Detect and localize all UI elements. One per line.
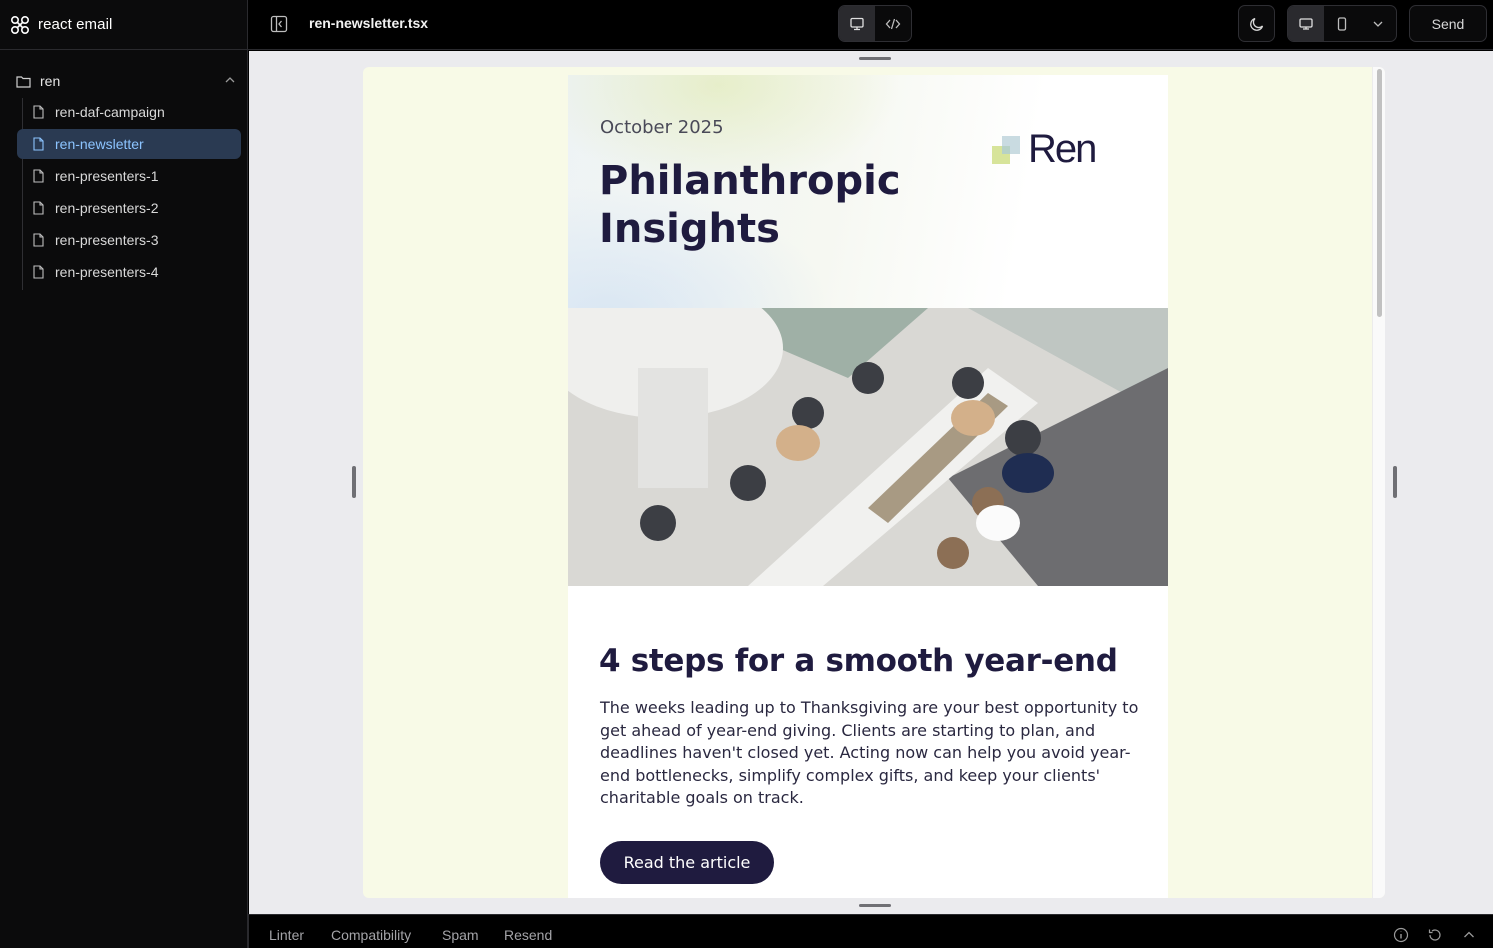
sidebar-item-ren-presenters-4[interactable]: ren-presenters-4 bbox=[17, 257, 241, 287]
device-mobile-button[interactable] bbox=[1324, 6, 1360, 41]
file-icon bbox=[33, 233, 44, 247]
chevron-up-icon bbox=[225, 77, 235, 83]
sidebar-item-ren-presenters-2[interactable]: ren-presenters-2 bbox=[17, 193, 241, 223]
info-icon[interactable] bbox=[1393, 927, 1409, 943]
meeting-photo-illustration bbox=[568, 308, 1168, 586]
logo-wordmark: Ren bbox=[1028, 127, 1097, 171]
bottom-toolbar: Linter Compatibility Spam Resend bbox=[248, 914, 1493, 948]
device-menu-button[interactable] bbox=[1360, 6, 1396, 41]
sidebar-item-label: ren-presenters-4 bbox=[55, 264, 159, 280]
folder-icon bbox=[16, 75, 31, 88]
resize-handle-right[interactable] bbox=[1393, 466, 1397, 498]
topbar: ren-newsletter.tsx Send bbox=[248, 0, 1493, 50]
tab-compatibility[interactable]: Compatibility bbox=[331, 927, 411, 943]
sidebar: react email ren ren-daf-campaign ren-new… bbox=[0, 0, 248, 948]
sidebar-item-ren-newsletter[interactable]: ren-newsletter bbox=[17, 129, 241, 159]
device-desktop-button[interactable] bbox=[1288, 6, 1324, 41]
code-icon bbox=[885, 18, 901, 29]
meeting-photo bbox=[568, 308, 1168, 586]
scrollbar-thumb[interactable] bbox=[1377, 69, 1382, 317]
sidebar-item-ren-daf-campaign[interactable]: ren-daf-campaign bbox=[17, 97, 241, 127]
file-icon bbox=[33, 201, 44, 215]
resize-handle-top[interactable] bbox=[859, 57, 891, 60]
file-icon bbox=[33, 137, 44, 151]
article-heading: 4 steps for a smooth year-end bbox=[599, 643, 1118, 679]
sidebar-item-ren-presenters-1[interactable]: ren-presenters-1 bbox=[17, 161, 241, 191]
moon-icon bbox=[1249, 17, 1263, 31]
email-preview-frame: October 2025 Philanthropic Insights Ren bbox=[363, 67, 1385, 898]
preview-scrollbar[interactable] bbox=[1372, 67, 1385, 898]
react-logo-icon bbox=[10, 15, 30, 34]
view-mode-toggle bbox=[838, 5, 912, 42]
tab-resend[interactable]: Resend bbox=[504, 927, 552, 943]
mobile-icon bbox=[1337, 16, 1347, 31]
tab-linter[interactable]: Linter bbox=[269, 927, 304, 943]
article-body: The weeks leading up to Thanksgiving are… bbox=[600, 698, 1139, 807]
tab-spam[interactable]: Spam bbox=[442, 927, 479, 943]
device-toggle bbox=[1287, 5, 1397, 42]
resize-handle-left[interactable] bbox=[352, 466, 356, 498]
folder-label: ren bbox=[40, 73, 61, 89]
file-title: ren-newsletter.tsx bbox=[309, 15, 429, 31]
code-mode-button[interactable] bbox=[875, 6, 911, 41]
sidebar-item-label: ren-daf-campaign bbox=[55, 104, 165, 120]
email-body: October 2025 Philanthropic Insights Ren bbox=[568, 75, 1168, 898]
desktop-icon bbox=[1299, 17, 1313, 30]
issue-date: October 2025 bbox=[600, 117, 724, 138]
theme-toggle-button[interactable] bbox=[1238, 5, 1275, 42]
refresh-icon[interactable] bbox=[1427, 927, 1443, 943]
brand: react email bbox=[0, 0, 247, 50]
ren-logo-mark-icon bbox=[992, 135, 1020, 164]
ren-logo: Ren bbox=[990, 127, 1097, 172]
send-button[interactable]: Send bbox=[1409, 5, 1487, 42]
file-icon bbox=[33, 105, 44, 119]
read-article-button[interactable]: Read the article bbox=[600, 841, 774, 884]
sidebar-item-label: ren-presenters-3 bbox=[55, 232, 159, 248]
sidebar-item-label: ren-presenters-1 bbox=[55, 168, 159, 184]
sidebar-toggle-icon[interactable] bbox=[269, 14, 289, 34]
preview-mode-button[interactable] bbox=[839, 6, 875, 41]
folder-ren[interactable]: ren bbox=[0, 66, 248, 96]
file-icon bbox=[33, 265, 44, 279]
chevron-up-icon[interactable] bbox=[1461, 927, 1477, 943]
newsletter-title: Philanthropic Insights bbox=[599, 158, 901, 252]
file-icon bbox=[33, 169, 44, 183]
chevron-down-icon bbox=[1373, 21, 1383, 27]
sidebar-item-label: ren-newsletter bbox=[55, 136, 144, 152]
brand-name: react email bbox=[38, 16, 113, 33]
email-hero: October 2025 Philanthropic Insights Ren bbox=[568, 75, 1168, 308]
resize-handle-bottom[interactable] bbox=[859, 904, 891, 907]
sidebar-item-label: ren-presenters-2 bbox=[55, 200, 159, 216]
sidebar-item-ren-presenters-3[interactable]: ren-presenters-3 bbox=[17, 225, 241, 255]
desktop-icon bbox=[850, 17, 864, 30]
preview-area: October 2025 Philanthropic Insights Ren bbox=[249, 51, 1493, 914]
